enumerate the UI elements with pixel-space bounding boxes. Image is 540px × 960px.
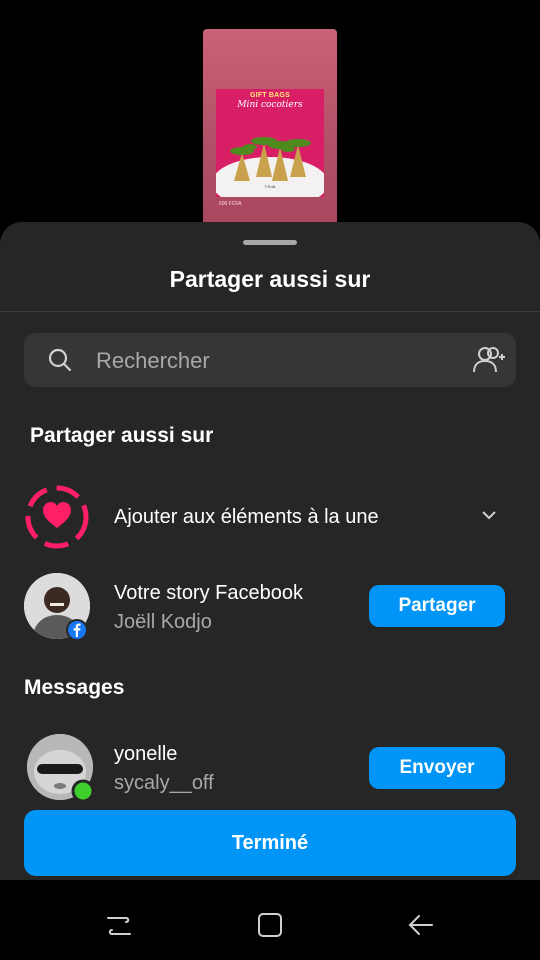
contact-handle: sycaly__off <box>114 772 214 794</box>
title-divider <box>0 311 540 312</box>
search-bar[interactable]: Rechercher <box>24 333 516 387</box>
messages-section-label: Messages <box>24 676 125 699</box>
facebook-icon <box>66 619 88 646</box>
poster-price: 500 FCFA <box>219 201 242 207</box>
drag-handle[interactable] <box>243 240 297 245</box>
add-people-icon[interactable] <box>470 345 506 380</box>
home-icon[interactable] <box>255 910 285 945</box>
recent-apps-icon[interactable] <box>104 910 134 945</box>
facebook-user-name: Joëll Kodjo <box>114 611 212 633</box>
poster-brand: T.Rolk <box>264 184 276 189</box>
back-arrow-icon[interactable] <box>406 910 436 945</box>
story-preview: GIFT BAGS Mini cocotiers T.Rolk 500 FCFA <box>203 29 337 229</box>
search-icon <box>48 348 72 377</box>
story-poster-image: GIFT BAGS Mini cocotiers T.Rolk <box>216 89 324 197</box>
done-button[interactable]: Terminé <box>24 810 516 876</box>
search-input[interactable]: Rechercher <box>96 348 210 374</box>
online-status-icon <box>71 779 95 808</box>
highlight-heart-icon <box>24 484 90 555</box>
highlight-label: Ajouter aux éléments à la une <box>114 506 379 528</box>
send-button[interactable]: Envoyer <box>369 747 505 789</box>
system-navigation-bar <box>0 880 540 960</box>
share-section-label: Partager aussi sur <box>30 424 214 447</box>
sheet-title: Partager aussi sur <box>169 266 371 292</box>
poster-subtitle: Mini cocotiers <box>237 100 303 110</box>
facebook-story-title: Votre story Facebook <box>114 582 303 604</box>
chevron-down-icon[interactable] <box>480 508 498 527</box>
contact-name: yonelle <box>114 743 178 765</box>
share-facebook-button[interactable]: Partager <box>369 585 505 627</box>
poster-title: GIFT BAGS <box>250 92 290 99</box>
